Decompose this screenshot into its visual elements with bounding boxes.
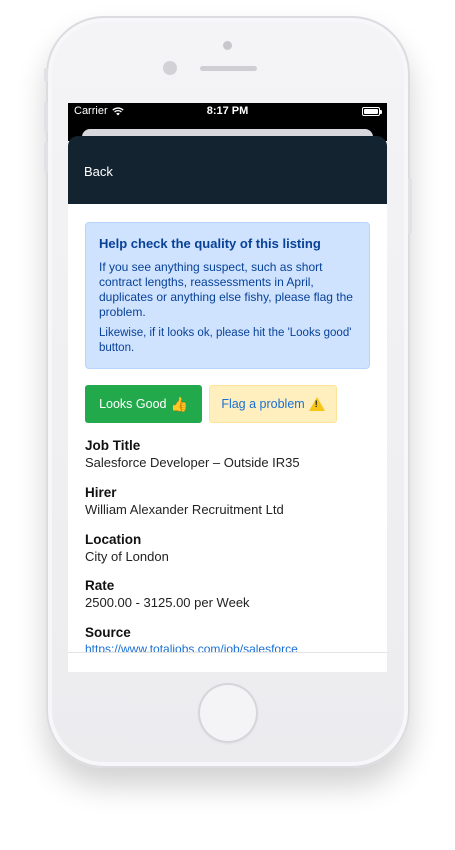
home-button[interactable]	[198, 683, 258, 743]
proximity-sensor	[163, 61, 177, 75]
source-field: Source https://www.totaljobs.com/job/sal…	[85, 624, 375, 652]
field-label: Location	[85, 532, 142, 547]
flag-problem-label: Flag a problem	[221, 397, 305, 411]
source-link[interactable]: https://www.totaljobs.com/job/salesforce	[85, 641, 375, 652]
field-label: Rate	[85, 578, 115, 593]
hirer-value: William Alexander Recruitment Ltd	[85, 502, 284, 517]
power-button	[408, 178, 412, 234]
status-time: 8:17 PM	[206, 105, 249, 117]
mute-switch	[44, 68, 48, 82]
earpiece-speaker	[200, 66, 257, 71]
front-camera	[223, 41, 232, 50]
looks-good-label: Looks Good	[99, 397, 167, 411]
location-field: Location City of London	[85, 531, 375, 565]
notice-paragraph: If you see anything suspect, such as sho…	[99, 260, 353, 319]
phone-screen: Carrier 8:17 PM Back Help check the qual…	[68, 103, 387, 672]
listing-content[interactable]: Help check the quality of this listing I…	[68, 204, 387, 652]
battery-icon	[362, 107, 382, 116]
field-label: Hirer	[85, 485, 117, 500]
field-label: Source	[85, 625, 131, 640]
job-title-field: Job Title Salesforce Developer – Outside…	[85, 437, 375, 471]
job-title-value: Salesforce Developer – Outside IR35	[85, 455, 300, 470]
thumbs-up-icon: 👍	[170, 395, 188, 412]
back-button[interactable]: Back	[84, 164, 113, 179]
modal-header: Back	[68, 136, 387, 204]
notice-paragraph: Likewise, if it looks ok, please hit the…	[99, 327, 352, 354]
flag-problem-button[interactable]: Flag a problem !	[209, 385, 337, 423]
rate-field: Rate 2500.00 - 3125.00 per Week	[85, 577, 375, 611]
warning-icon: !	[308, 397, 325, 411]
hirer-field: Hirer William Alexander Recruitment Ltd	[85, 484, 375, 518]
notice-title: Help check the quality of this listing	[99, 236, 321, 251]
bottom-safe-area	[68, 652, 387, 672]
volume-down-button	[44, 142, 48, 172]
quality-notice: Help check the quality of this listing I…	[85, 222, 370, 369]
location-value: City of London	[85, 549, 169, 564]
status-bar: Carrier 8:17 PM	[68, 103, 387, 121]
field-label: Job Title	[85, 438, 141, 453]
looks-good-button[interactable]: Looks Good 👍	[85, 385, 202, 423]
rate-value: 2500.00 - 3125.00 per Week	[85, 595, 250, 610]
volume-up-button	[44, 102, 48, 132]
